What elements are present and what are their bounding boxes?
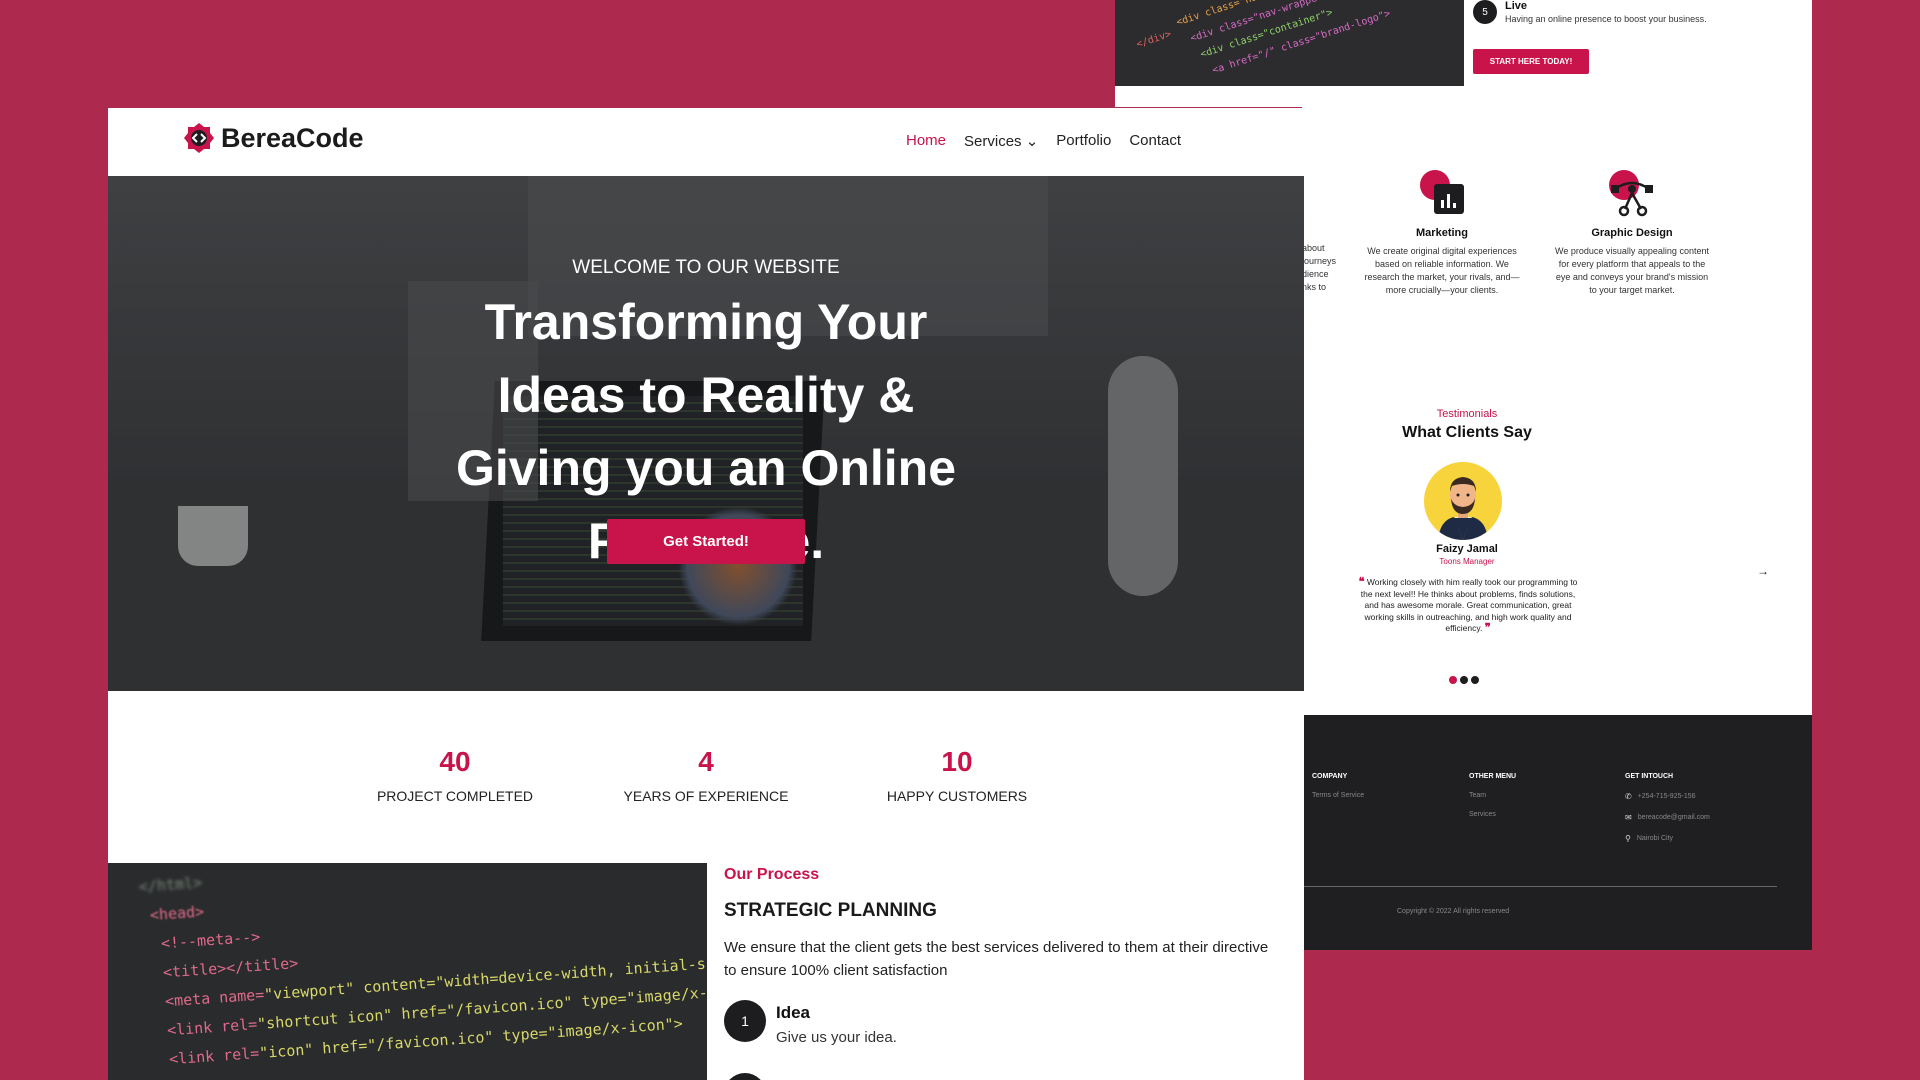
nav-home[interactable]: Home bbox=[906, 132, 946, 150]
nav-services[interactable]: Services ⌄ bbox=[964, 132, 1038, 150]
process-title: STRATEGIC PLANNING bbox=[724, 900, 937, 921]
process-desc: We ensure that the client gets the best … bbox=[724, 939, 1269, 979]
front-page: BereaCode Home Services ⌄ Portfolio Cont… bbox=[108, 108, 1304, 1080]
footer: COMPANY Terms of Service OTHER MENU Team… bbox=[1302, 715, 1812, 950]
code-screenshot-image: <div class="nav"> <div class="nav-wrappe… bbox=[1115, 0, 1464, 86]
footer-email[interactable]: ✉ bereacode@gmail.com bbox=[1625, 813, 1710, 822]
step-title: Live bbox=[1505, 0, 1528, 12]
partial-service-desc: about journeys dience nks to bbox=[1302, 243, 1337, 292]
stat-experience: 4 YEARS OF EXPERIENCE bbox=[623, 746, 789, 804]
service-card-marketing: Marketing We create original digital exp… bbox=[1362, 169, 1522, 297]
carousel-dot[interactable] bbox=[1471, 676, 1479, 684]
quote-close-icon: ❞ bbox=[1484, 622, 1491, 634]
hero-section: WELCOME TO OUR WEBSITE Transforming Your… bbox=[108, 176, 1304, 691]
code-logo-icon bbox=[183, 122, 215, 154]
footer-phone[interactable]: ✆ +254-715-925-156 bbox=[1625, 792, 1710, 801]
nav-portfolio[interactable]: Portfolio bbox=[1056, 132, 1111, 150]
process-step-1: 1 Idea Give us your idea. bbox=[724, 1000, 897, 1046]
carousel-dot[interactable] bbox=[1460, 676, 1468, 684]
step-number: 5 bbox=[1473, 0, 1497, 24]
footer-link-team[interactable]: Team bbox=[1469, 792, 1516, 799]
get-started-button[interactable]: Get Started! bbox=[607, 519, 805, 564]
step-number: 1 bbox=[724, 1000, 766, 1042]
start-here-button[interactable]: START HERE TODAY! bbox=[1473, 49, 1589, 74]
footer-company: COMPANY Terms of Service bbox=[1312, 773, 1365, 799]
back-page-process-strip: <div class="nav"> <div class="nav-wrappe… bbox=[1115, 0, 1812, 107]
chart-icon bbox=[1417, 169, 1467, 219]
testimonials-title: What Clients Say bbox=[1402, 424, 1532, 441]
stat-projects: 40 PROJECT COMPLETED bbox=[376, 746, 534, 804]
service-card-graphic-design: Graphic Design We produce visually appea… bbox=[1552, 169, 1712, 297]
service-title: Graphic Design bbox=[1591, 227, 1673, 239]
hero-welcome: WELCOME TO OUR WEBSITE bbox=[572, 257, 840, 278]
location-pin-icon: ⚲ bbox=[1625, 834, 1631, 843]
testimonial-name: Faizy Jamal bbox=[1436, 543, 1498, 555]
phone-icon: ✆ bbox=[1625, 792, 1632, 801]
code-screenshot-image: </html> <head> <!--meta--> <title></titl… bbox=[108, 863, 707, 1080]
process-label: Our Process bbox=[724, 866, 820, 883]
step-desc: Give us your idea. bbox=[776, 1029, 897, 1046]
footer-divider bbox=[1302, 886, 1777, 887]
footer-link-services[interactable]: Services bbox=[1469, 811, 1516, 818]
brand-name: BereaCode bbox=[221, 122, 364, 153]
footer-location: ⚲ Nairobi City bbox=[1625, 834, 1674, 843]
brand-logo[interactable]: BereaCode bbox=[183, 122, 364, 154]
service-title: Marketing bbox=[1416, 227, 1468, 239]
carousel-dot[interactable] bbox=[1449, 676, 1457, 684]
service-desc: We create original digital experiences b… bbox=[1364, 246, 1520, 295]
testimonial-role: Toons Manager bbox=[1439, 557, 1495, 566]
testimonial-quote: ❝ Working closely with him really took o… bbox=[1358, 576, 1578, 634]
arrow-right-icon[interactable]: → bbox=[1757, 564, 1769, 578]
nav-contact[interactable]: Contact bbox=[1129, 132, 1181, 150]
mail-icon: ✉ bbox=[1625, 813, 1632, 822]
navbar: BereaCode Home Services ⌄ Portfolio Cont… bbox=[108, 108, 1304, 176]
stat-customers: 10 HAPPY CUSTOMERS bbox=[886, 746, 1028, 804]
quote-open-icon: ❝ bbox=[1358, 576, 1365, 588]
main-menu: Home Services ⌄ Portfolio Contact bbox=[906, 132, 1181, 150]
testimonials-label: Testimonials bbox=[1436, 408, 1498, 420]
chevron-down-icon: ⌄ bbox=[1025, 133, 1039, 150]
service-desc: We produce visually appealing content fo… bbox=[1555, 246, 1709, 295]
vector-pen-icon bbox=[1607, 169, 1657, 219]
process-step-5: 5 Live Having an online presence to boos… bbox=[1473, 0, 1707, 24]
footer-other-menu: OTHER MENU Team Services bbox=[1469, 773, 1517, 818]
step-title: Idea bbox=[776, 1003, 811, 1022]
footer-link-terms[interactable]: Terms of Service bbox=[1312, 792, 1364, 799]
copyright: Copyright © 2022 All rights reserved bbox=[1397, 908, 1510, 915]
process-step-2-number bbox=[724, 1073, 766, 1080]
avatar bbox=[1424, 462, 1502, 540]
step-desc: Having an online presence to boost your … bbox=[1505, 14, 1707, 24]
carousel-dots bbox=[1449, 676, 1479, 684]
footer-contact: GET INTOUCH ✆ +254-715-925-156 ✉ bereacode… bbox=[1625, 773, 1710, 843]
